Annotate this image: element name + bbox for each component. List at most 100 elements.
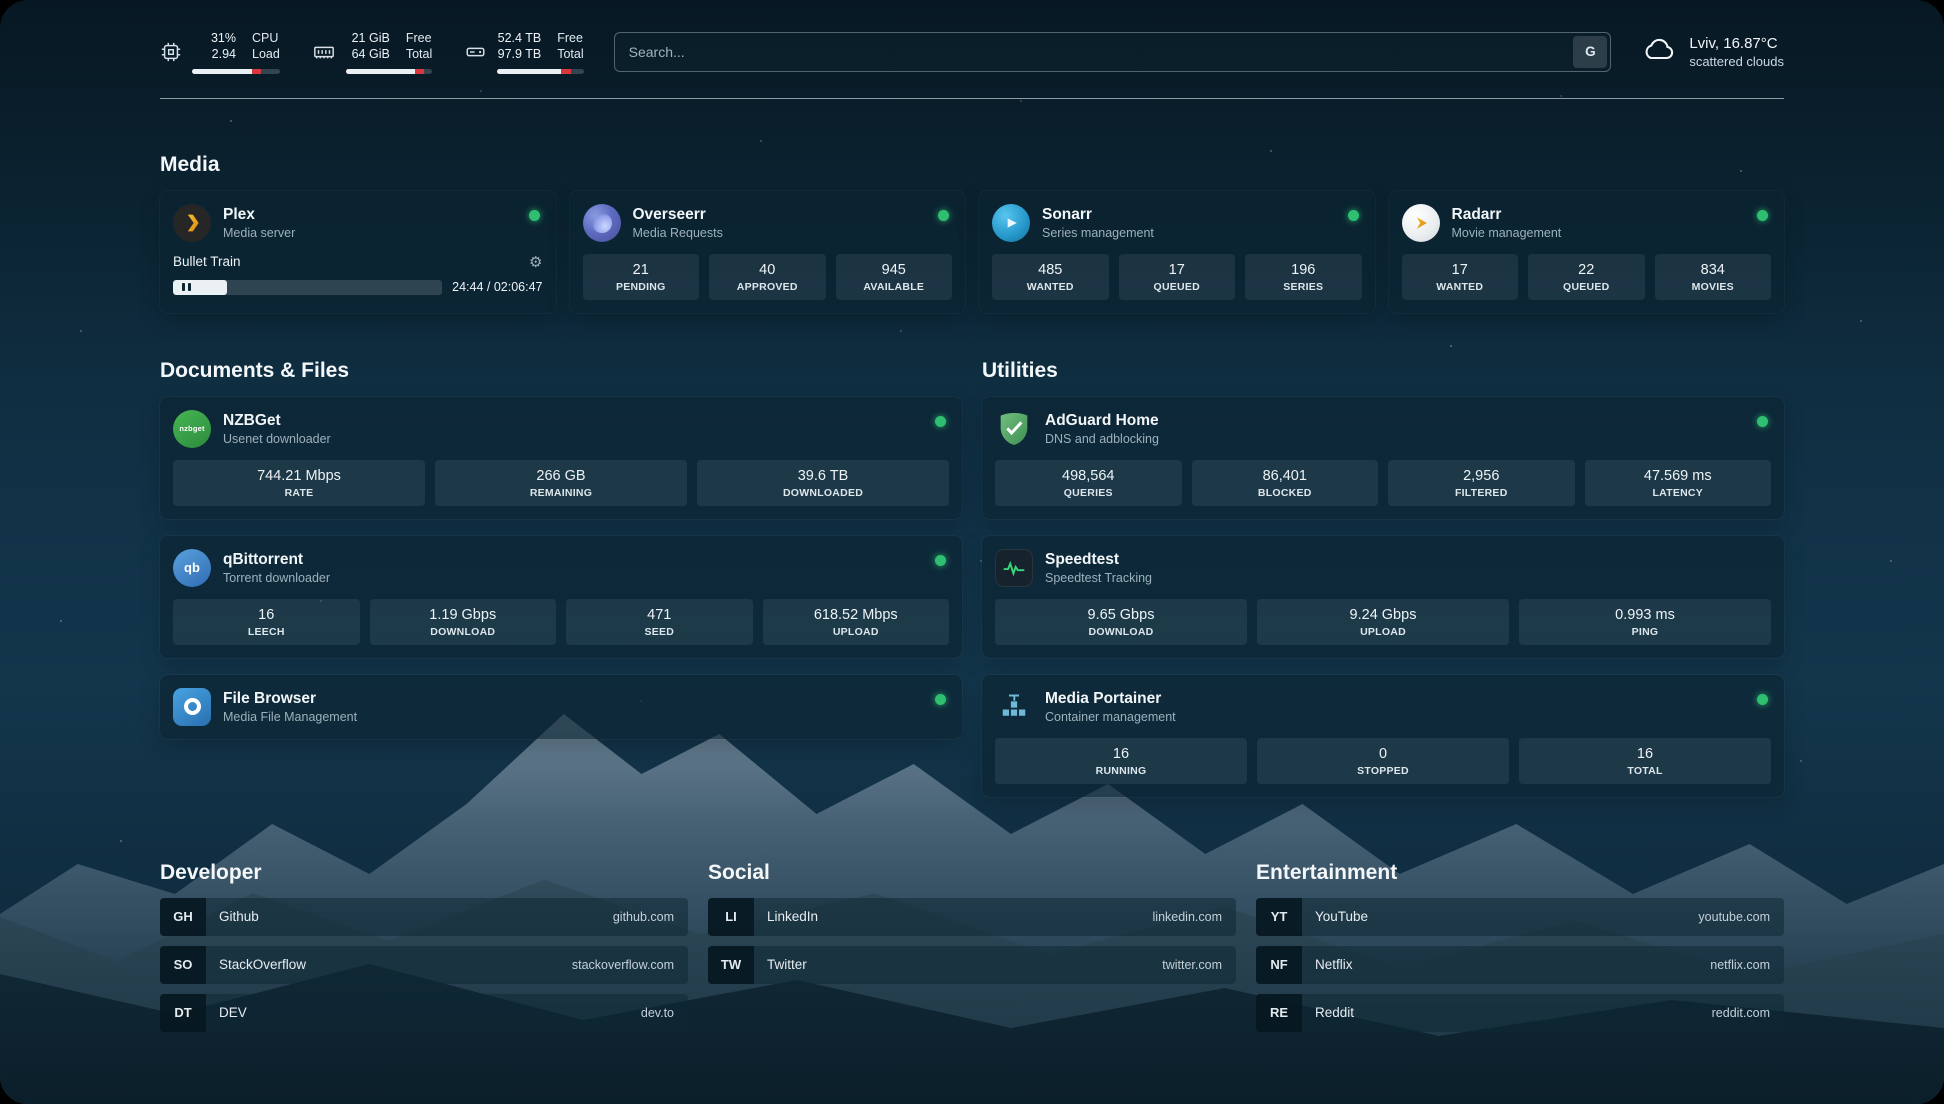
bookmark-stackoverflow[interactable]: SO StackOverflow stackoverflow.com [160, 946, 688, 984]
sonarr-stat-wanted: 485 WANTED [992, 254, 1109, 300]
nzbget-icon: nzbget [173, 410, 211, 448]
section-title-social: Social [708, 861, 1236, 885]
adguard-stat-blocked: 86,401 BLOCKED [1192, 460, 1379, 506]
overseerr-stat-available: 945 AVAILABLE [836, 254, 953, 300]
speedtest-stat-ping: 0.993 ms PING [1519, 599, 1771, 645]
bookmark-github[interactable]: GH Github github.com [160, 898, 688, 936]
adguard-shield-icon [995, 410, 1033, 448]
disk-widget: 52.4 TB 97.9 TB Free Total [464, 30, 583, 74]
app-subtitle-speedtest: Speedtest Tracking [1045, 571, 1152, 585]
app-name-overseerr: Overseerr [633, 206, 723, 224]
app-subtitle-qbittorrent: Torrent downloader [223, 571, 330, 585]
bookmark-linkedin[interactable]: LI LinkedIn linkedin.com [708, 898, 1236, 936]
settings-gear-icon[interactable]: ⚙ [529, 253, 542, 271]
status-online-dot [1757, 210, 1768, 221]
overseerr-stat-approved: 40 APPROVED [709, 254, 826, 300]
speedtest-icon [995, 549, 1033, 587]
bookmark-youtube[interactable]: YT YouTube youtube.com [1256, 898, 1784, 936]
app-name-sonarr: Sonarr [1042, 206, 1154, 224]
app-subtitle-adguard: DNS and adblocking [1045, 432, 1159, 446]
bookmark-abbr: GH [160, 898, 206, 936]
cpu-load-value: 2.94 [212, 46, 236, 62]
plex-now-playing: Bullet Train [173, 254, 241, 269]
bookmark-abbr: SO [160, 946, 206, 984]
plex-progress-bar[interactable] [173, 280, 442, 295]
cloud-icon [1641, 35, 1677, 68]
nzbget-stat-remaining: 266 GB REMAINING [435, 460, 687, 506]
bookmark-abbr: RE [1256, 994, 1302, 1032]
plex-playback-time: 24:44 / 02:06:47 [452, 280, 542, 294]
search-engine-button[interactable]: G [1573, 36, 1607, 68]
adguard-stat-latency: 47.569 ms LATENCY [1585, 460, 1772, 506]
app-card-qbittorrent[interactable]: qb qBittorrent Torrent downloader 16 [160, 536, 962, 658]
section-title-entertainment: Entertainment [1256, 861, 1784, 885]
search-input[interactable] [615, 33, 1571, 71]
bookmark-twitter[interactable]: TW Twitter twitter.com [708, 946, 1236, 984]
disk-usage-bar [497, 69, 583, 74]
app-name-radarr: Radarr [1452, 206, 1562, 224]
disk-icon [464, 41, 487, 63]
system-monitor-widgets: 31% 2.94 CPU Load [160, 30, 584, 74]
app-name-filebrowser: File Browser [223, 690, 357, 708]
qbittorrent-icon: qb [173, 549, 211, 587]
section-developer: Developer GH Github github.com SO StackO… [160, 861, 688, 1032]
ram-total-value: 64 GiB [352, 46, 390, 62]
bookmark-dev[interactable]: DT DEV dev.to [160, 994, 688, 1032]
qbittorrent-stat-download: 1.19 Gbps DOWNLOAD [370, 599, 557, 645]
ram-icon [312, 41, 336, 63]
cpu-percent: 31% [211, 30, 236, 46]
radarr-stat-queued: 22 QUEUED [1528, 254, 1645, 300]
cpu-load-label: Load [252, 46, 280, 62]
bookmark-reddit[interactable]: RE Reddit reddit.com [1256, 994, 1784, 1032]
app-subtitle-portainer: Container management [1045, 710, 1176, 724]
status-online-dot [935, 416, 946, 427]
app-card-sonarr[interactable]: Sonarr Series management 485 WANTED 17 Q… [979, 191, 1375, 313]
radarr-stat-movies: 834 MOVIES [1655, 254, 1772, 300]
section-entertainment: Entertainment YT YouTube youtube.com NF … [1256, 861, 1784, 1032]
overseerr-icon [583, 204, 621, 242]
app-card-overseerr[interactable]: Overseerr Media Requests 21 PENDING 40 A… [570, 191, 966, 313]
status-online-dot [935, 694, 946, 705]
app-card-filebrowser[interactable]: File Browser Media File Management [160, 675, 962, 739]
radarr-stat-wanted: 17 WANTED [1402, 254, 1519, 300]
radarr-icon [1402, 204, 1440, 242]
app-subtitle-radarr: Movie management [1452, 226, 1562, 240]
ram-free-value: 21 GiB [352, 30, 390, 46]
weather-widget: Lviv, 16.87°C scattered clouds [1641, 35, 1784, 69]
section-title-utilities: Utilities [982, 359, 1784, 383]
ram-usage-bar [346, 69, 432, 74]
filebrowser-icon [173, 688, 211, 726]
qbittorrent-stat-leech: 16 LEECH [173, 599, 360, 645]
qbittorrent-stat-upload: 618.52 Mbps UPLOAD [763, 599, 950, 645]
status-online-dot [1757, 694, 1768, 705]
section-title-developer: Developer [160, 861, 688, 885]
app-subtitle-plex: Media server [223, 226, 295, 240]
cpu-widget: 31% 2.94 CPU Load [160, 30, 280, 74]
bookmark-abbr: TW [708, 946, 754, 984]
app-card-plex[interactable]: Plex Media server Bullet Train ⚙ [160, 191, 556, 313]
app-card-speedtest[interactable]: Speedtest Speedtest Tracking 9.65 Gbps D… [982, 536, 1784, 658]
app-subtitle-sonarr: Series management [1042, 226, 1154, 240]
ram-free-label: Free [406, 30, 432, 46]
app-card-nzbget[interactable]: nzbget NZBGet Usenet downloader 744.21 M… [160, 397, 962, 519]
bookmark-abbr: NF [1256, 946, 1302, 984]
app-card-radarr[interactable]: Radarr Movie management 17 WANTED 22 QUE… [1389, 191, 1785, 313]
header-divider [160, 98, 1784, 99]
disk-total-value: 97.9 TB [498, 46, 542, 62]
app-name-plex: Plex [223, 206, 295, 224]
sonarr-stat-queued: 17 QUEUED [1119, 254, 1236, 300]
bookmark-netflix[interactable]: NF Netflix netflix.com [1256, 946, 1784, 984]
top-bar: 31% 2.94 CPU Load [160, 0, 1784, 74]
ram-widget: 21 GiB 64 GiB Free Total [312, 30, 432, 74]
portainer-stat-total: 16 TOTAL [1519, 738, 1771, 784]
speedtest-stat-upload: 9.24 Gbps UPLOAD [1257, 599, 1509, 645]
app-name-nzbget: NZBGet [223, 412, 331, 430]
bookmark-abbr: YT [1256, 898, 1302, 936]
app-card-adguard[interactable]: AdGuard Home DNS and adblocking 498,564 … [982, 397, 1784, 519]
section-media: Media Plex Media serve [160, 153, 1784, 313]
adguard-stat-queries: 498,564 QUERIES [995, 460, 1182, 506]
app-subtitle-nzbget: Usenet downloader [223, 432, 331, 446]
nzbget-stat-rate: 744.21 Mbps RATE [173, 460, 425, 506]
app-card-portainer[interactable]: Media Portainer Container management 16 … [982, 675, 1784, 797]
portainer-stat-running: 16 RUNNING [995, 738, 1247, 784]
